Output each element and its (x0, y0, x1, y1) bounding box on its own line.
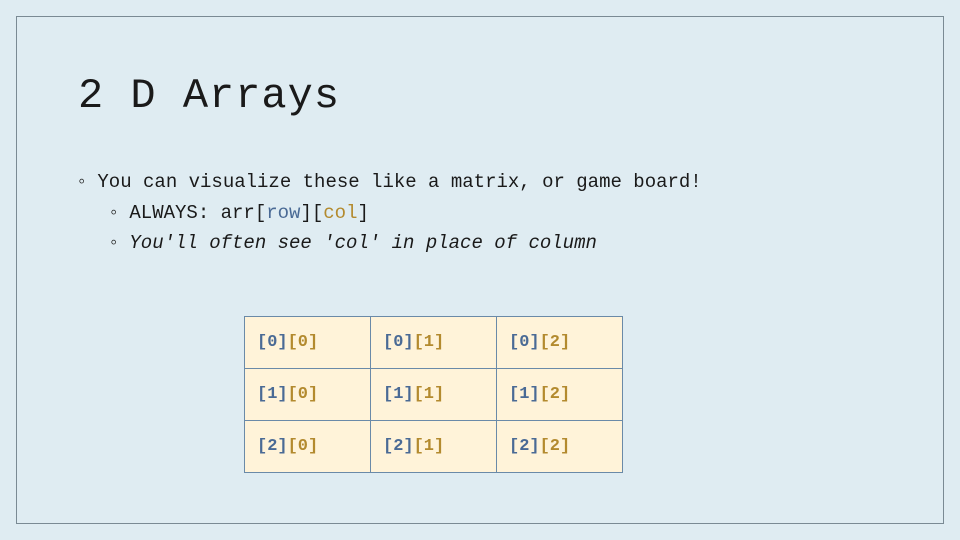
col-index: [2] (540, 437, 571, 456)
col-index: [2] (540, 385, 571, 404)
bullet-level1: ◦ You can visualize these like a matrix,… (76, 168, 900, 197)
table-row: [2][0] [2][1] [2][2] (245, 421, 623, 473)
table-cell: [0][1] (371, 317, 497, 369)
bullet-mark-icon: ◦ (108, 199, 119, 228)
row-index: [1] (383, 385, 414, 404)
bullet-text: You can visualize these like a matrix, o… (97, 168, 701, 197)
row-index: [2] (257, 437, 288, 456)
bullet-text: ALWAYS: arr[row][col] (129, 199, 368, 228)
row-keyword: row (266, 202, 300, 224)
row-index: [2] (509, 437, 540, 456)
row-index: [0] (257, 333, 288, 352)
text-fragment: ALWAYS: arr[ (129, 202, 266, 224)
bullet-text: You'll often see 'col' in place of colum… (129, 229, 596, 258)
col-index: [1] (414, 333, 445, 352)
table-cell: [2][2] (497, 421, 623, 473)
col-index: [1] (414, 437, 445, 456)
col-index: [1] (414, 385, 445, 404)
text-fragment: ][ (300, 202, 323, 224)
col-index: [0] (288, 333, 319, 352)
table-cell: [1][2] (497, 369, 623, 421)
table-cell: [1][0] (245, 369, 371, 421)
bullet-mark-icon: ◦ (76, 168, 87, 197)
array-index-table: [0][0] [0][1] [0][2] [1][0] [1][1] [1][2… (244, 316, 623, 473)
bullet-level2: ◦ ALWAYS: arr[row][col] (108, 199, 900, 228)
array-table-wrap: [0][0] [0][1] [0][2] [1][0] [1][1] [1][2… (244, 316, 623, 473)
table-cell: [1][1] (371, 369, 497, 421)
row-index: [0] (509, 333, 540, 352)
table-cell: [2][0] (245, 421, 371, 473)
table-row: [0][0] [0][1] [0][2] (245, 317, 623, 369)
col-index: [0] (288, 385, 319, 404)
slide-title: 2 D Arrays (78, 72, 340, 120)
row-index: [0] (383, 333, 414, 352)
row-index: [1] (257, 385, 288, 404)
col-index: [2] (540, 333, 571, 352)
table-cell: [2][1] (371, 421, 497, 473)
bullet-level2: ◦ You'll often see 'col' in place of col… (108, 229, 900, 258)
table-row: [1][0] [1][1] [1][2] (245, 369, 623, 421)
text-fragment: ] (357, 202, 368, 224)
table-cell: [0][2] (497, 317, 623, 369)
bullet-mark-icon: ◦ (108, 229, 119, 258)
col-keyword: col (323, 202, 357, 224)
col-index: [0] (288, 437, 319, 456)
row-index: [1] (509, 385, 540, 404)
table-cell: [0][0] (245, 317, 371, 369)
row-index: [2] (383, 437, 414, 456)
slide-content: ◦ You can visualize these like a matrix,… (76, 168, 900, 260)
